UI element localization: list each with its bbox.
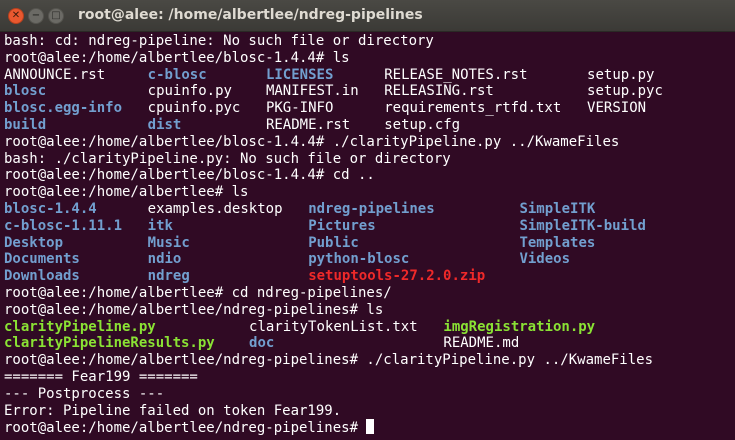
ls-entry-dir: Music xyxy=(147,234,190,251)
ls-entry-dir: build xyxy=(4,116,47,133)
close-icon[interactable]: ✕ xyxy=(8,8,24,24)
ls-entry-dir: ndreg-pipelines xyxy=(308,200,435,217)
window-title: root@alee: /home/albertlee/ndreg-pipelin… xyxy=(78,7,423,23)
ls-entry-arc: setuptools-27.2.0.zip xyxy=(308,268,486,285)
ls-entry-txt: examples.desktop xyxy=(147,200,283,217)
ls-entry-dir: doc xyxy=(249,335,275,352)
ls-entry-dir: Public xyxy=(308,234,359,251)
ls-entry-dir: ndio xyxy=(147,251,182,268)
ls-entry-dir: itk xyxy=(147,217,173,234)
terminal-line: bash: cd: ndreg-pipeline: No such file o… xyxy=(4,33,735,50)
terminal-line: c-blosc-1.11.1 itk Pictures SimpleITK-build xyxy=(4,218,735,235)
ls-entry-dir: Pictures xyxy=(308,217,376,234)
terminal-line: clarityPipeline.py clarityTokenList.txt im… xyxy=(4,319,735,336)
ls-entry-txt: cpuinfo.py xyxy=(147,83,232,100)
ls-entry-dir: blosc xyxy=(4,83,47,100)
ls-entry-txt: cpuinfo.pyc xyxy=(147,100,241,117)
terminal-line: Desktop Music Public Templates xyxy=(4,235,735,252)
line-text: root@alee:/home/albertlee/blosc-1.4.4# .… xyxy=(4,133,620,150)
terminal-line: root@alee:/home/albertlee# ls xyxy=(4,184,735,201)
terminal-line: root@alee:/home/albertlee/blosc-1.4.4# .… xyxy=(4,134,735,151)
ls-entry-txt: setup.cfg xyxy=(384,116,461,133)
ls-entry-txt: VERSION xyxy=(587,100,647,117)
line-text: root@alee:/home/albertlee/ndreg-pipeline… xyxy=(4,301,384,318)
ls-entry-txt: ANNOUNCE.rst xyxy=(4,66,106,83)
terminal-line: root@alee:/home/albertlee/ndreg-pipeline… xyxy=(4,352,735,369)
ls-entry-dir: blosc-1.4.4 xyxy=(4,200,97,217)
line-text: ======= Fear199 ======= xyxy=(4,368,198,385)
ls-entry-dir: python-blosc xyxy=(308,251,410,268)
ls-entry-dir: LICENSES xyxy=(265,66,334,83)
terminal-line: build dist README.rst setup.cfg xyxy=(4,117,735,134)
line-text: root@alee:/home/albertlee/blosc-1.4.4# l… xyxy=(4,49,350,66)
terminal-line: root@alee:/home/albertlee/ndreg-pipeline… xyxy=(4,419,735,436)
terminal-line: root@alee:/home/albertlee/blosc-1.4.4# c… xyxy=(4,167,735,184)
line-text: root@alee:/home/albertlee/ndreg-pipeline… xyxy=(4,420,367,437)
ls-entry-dir: c-blosc xyxy=(147,66,207,83)
ls-entry-txt: clarityTokenList.txt xyxy=(249,318,418,335)
ls-entry-dir: Videos xyxy=(519,251,571,268)
ls-entry-exe: imgRegistration.py xyxy=(443,318,596,335)
ls-entry-dir: Templates xyxy=(519,234,596,251)
ls-entry-exe: clarityPipelineResults.py xyxy=(4,335,215,352)
line-text: root@alee:/home/albertlee# cd ndreg-pipe… xyxy=(4,284,392,301)
terminal-line: bash: ./clarityPipeline.py: No such file… xyxy=(4,151,735,168)
terminal-line: ======= Fear199 ======= xyxy=(4,369,735,386)
maximize-icon[interactable]: □ xyxy=(48,8,64,24)
ls-entry-dir: Downloads xyxy=(4,268,80,285)
text-cursor xyxy=(366,419,375,435)
terminal-line: blosc cpuinfo.py MANIFEST.in RELEASING.rst s… xyxy=(4,83,735,100)
ls-entry-dir: Desktop xyxy=(4,234,64,251)
terminal-window: ✕ − □ root@alee: /home/albertlee/ndreg-p… xyxy=(0,0,735,440)
line-text: --- Postprocess --- xyxy=(4,385,165,402)
line-text: root@alee:/home/albertlee/blosc-1.4.4# c… xyxy=(4,167,375,184)
ls-entry-dir: SimpleITK-build xyxy=(519,217,646,234)
terminal-output[interactable]: bash: cd: ndreg-pipeline: No such file o… xyxy=(4,33,735,440)
ls-entry-txt: MANIFEST.in xyxy=(265,83,359,100)
ls-entry-dir: dist xyxy=(147,116,182,133)
ls-entry-dir: Documents xyxy=(4,251,80,268)
ls-entry-txt: setup.py xyxy=(587,66,655,83)
terminal-line: Documents ndio python-blosc Videos xyxy=(4,251,735,268)
ls-entry-dir: c-blosc-1.11.1 xyxy=(4,217,123,234)
ls-entry-dir: ndreg xyxy=(147,268,190,285)
ls-entry-txt: setup.pyc xyxy=(587,83,663,100)
terminal-line: ANNOUNCE.rst c-blosc LICENSES RELEASE_NOTES… xyxy=(4,67,735,84)
ls-entry-txt: RELEASING.rst xyxy=(384,83,494,100)
terminal-line: blosc-1.4.4 examples.desktop ndreg-pipelin… xyxy=(4,201,735,218)
ls-entry-txt: README.md xyxy=(443,335,520,352)
terminal-line: root@alee:/home/albertlee# cd ndreg-pipe… xyxy=(4,285,735,302)
line-text: root@alee:/home/albertlee# ls xyxy=(4,184,249,201)
ls-entry-dir: SimpleITK xyxy=(519,200,596,217)
terminal-line: Downloads ndreg setuptools-27.2.0.zip xyxy=(4,268,735,285)
ls-entry-txt: requirements_rtfd.txt xyxy=(384,100,562,117)
terminal-line: clarityPipelineResults.py doc README.md xyxy=(4,335,735,352)
ls-entry-txt: RELEASE_NOTES.rst xyxy=(384,66,528,83)
terminal-line: root@alee:/home/albertlee/ndreg-pipeline… xyxy=(4,302,735,319)
minimize-icon[interactable]: − xyxy=(28,8,44,24)
ls-entry-dir: blosc.egg-info xyxy=(4,100,123,117)
line-text: bash: ./clarityPipeline.py: No such file… xyxy=(4,150,451,167)
terminal-line: Error: Pipeline failed on token Fear199. xyxy=(4,403,735,420)
line-text: bash: cd: ndreg-pipeline: No such file o… xyxy=(4,33,434,49)
terminal-line: root@alee:/home/albertlee/blosc-1.4.4# l… xyxy=(4,50,735,67)
ls-entry-txt: README.rst xyxy=(265,116,351,133)
title-bar[interactable]: ✕ − □ root@alee: /home/albertlee/ndreg-p… xyxy=(0,0,735,32)
terminal-line: blosc.egg-info cpuinfo.pyc PKG-INFO require… xyxy=(4,100,735,117)
ls-entry-exe: clarityPipeline.py xyxy=(4,318,156,335)
line-text: Error: Pipeline failed on token Fear199. xyxy=(4,402,342,419)
line-text: root@alee:/home/albertlee/ndreg-pipeline… xyxy=(4,352,654,369)
terminal-line: --- Postprocess --- xyxy=(4,386,735,403)
ls-entry-txt: PKG-INFO xyxy=(265,100,334,117)
